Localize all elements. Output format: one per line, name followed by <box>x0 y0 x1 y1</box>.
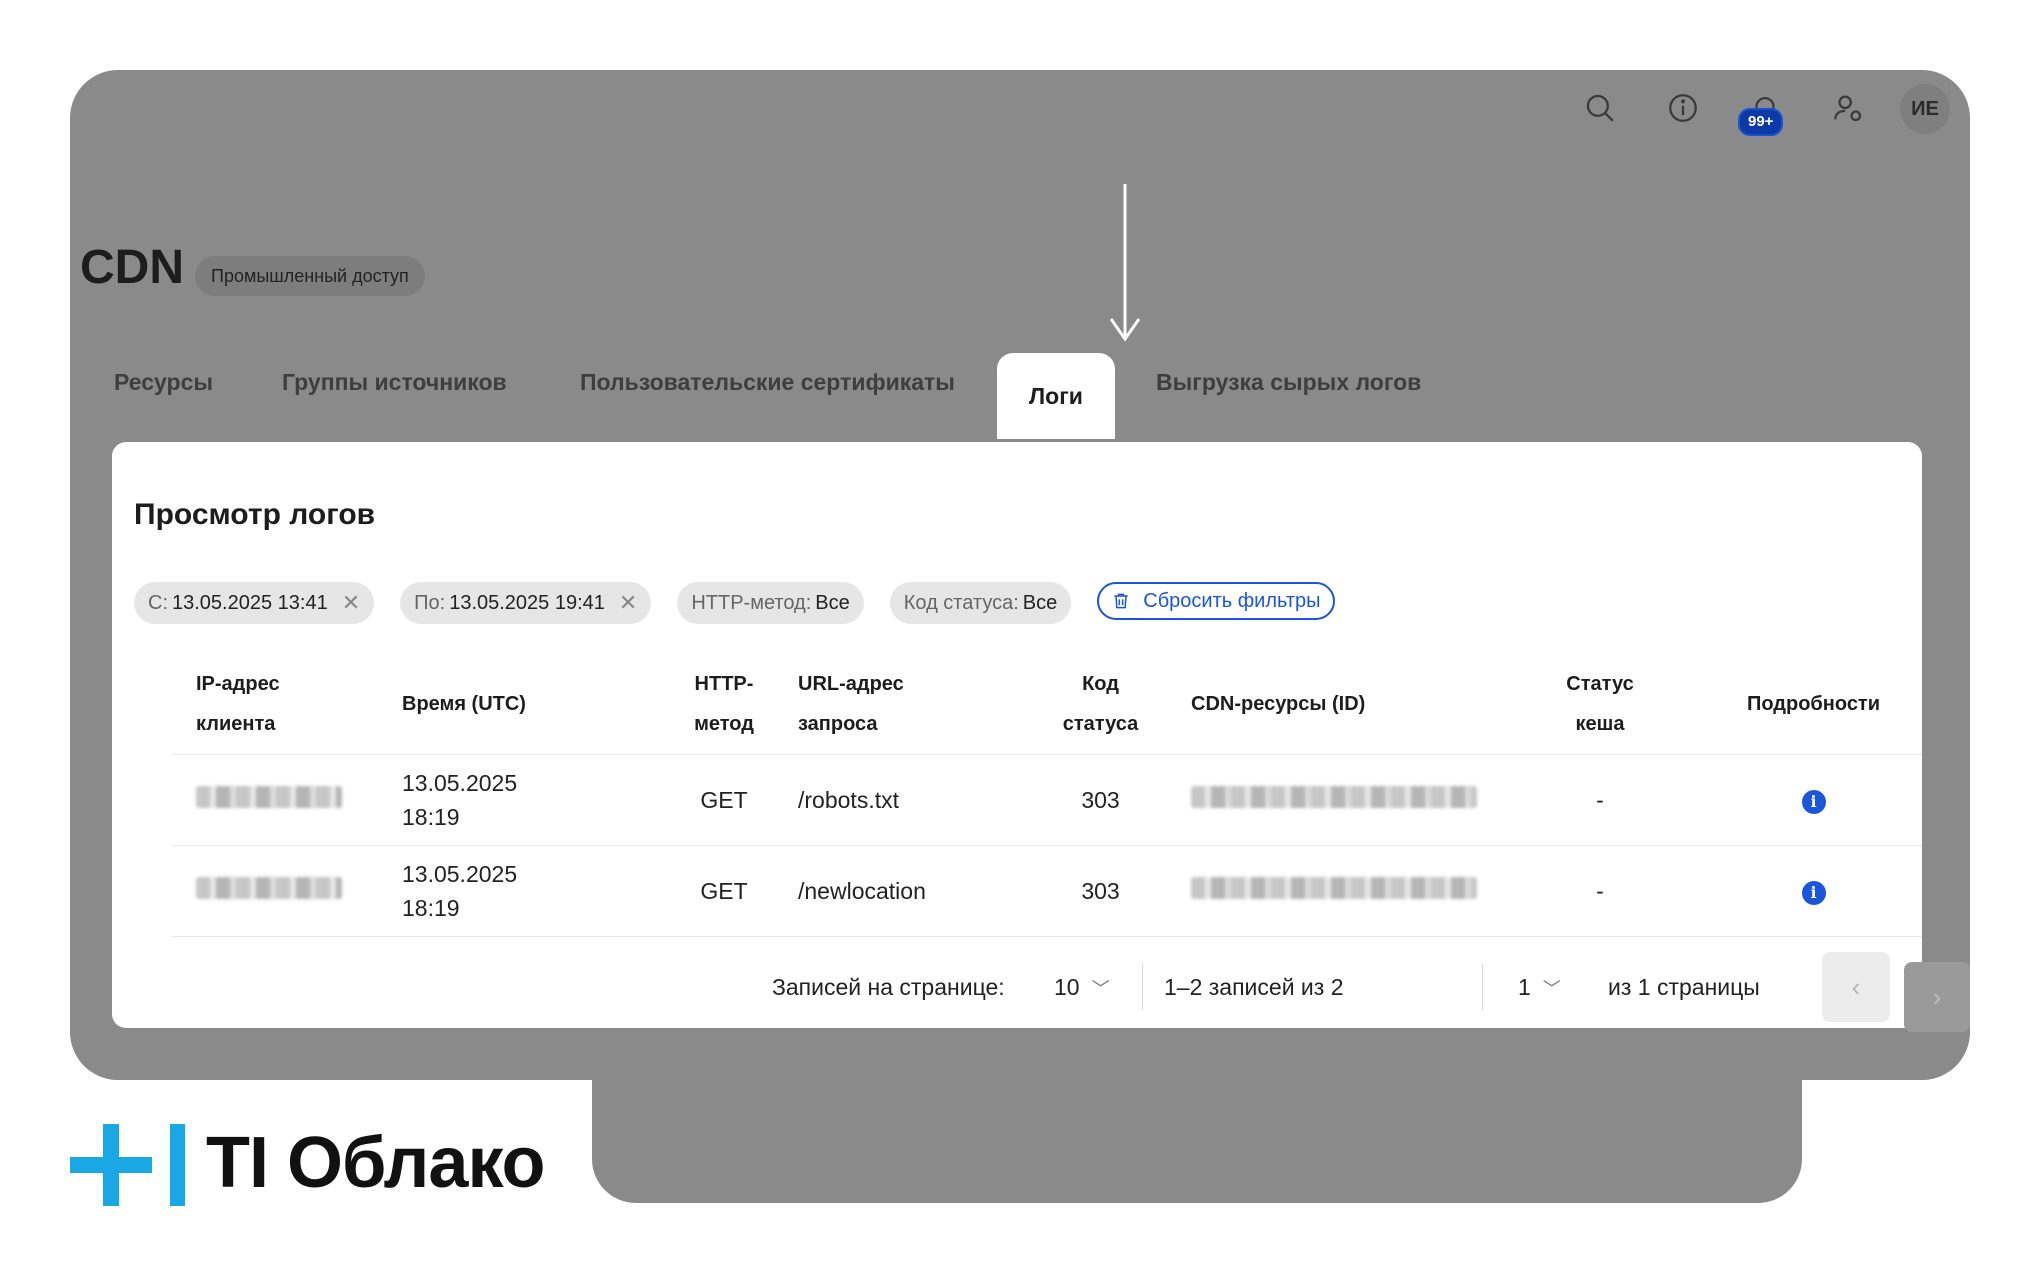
app-window: 99+ ИЕ CDN Промышленный доступ Ресурсы Г… <box>70 70 1970 1080</box>
search-icon[interactable] <box>1580 88 1620 128</box>
access-badge: Промышленный доступ <box>195 256 425 296</box>
column-header-http-method[interactable]: HTTP-метод <box>650 654 798 755</box>
reset-filters-label: Сбросить фильтры <box>1143 589 1321 612</box>
log-status-code: 303 <box>1038 754 1163 846</box>
decorative-bar <box>592 1060 1802 1203</box>
tab-origin-groups[interactable]: Группы источников <box>282 369 507 396</box>
table-row[interactable]: 13.05.2025 18:19 GET /newlocation 303 - i <box>172 845 1922 937</box>
info-icon[interactable] <box>1663 88 1703 128</box>
plus-bar-logo-icon <box>70 1124 185 1206</box>
filter-chip-http-method[interactable]: HTTP-метод: Все <box>677 582 864 624</box>
prev-page-button[interactable]: ‹ <box>1822 952 1890 1022</box>
tab-resources[interactable]: Ресурсы <box>114 369 213 396</box>
tab-custom-certificates[interactable]: Пользовательские сертификаты <box>580 369 955 396</box>
tab-raw-logs-export[interactable]: Выгрузка сырых логов <box>1156 369 1421 396</box>
divider <box>1142 964 1143 1010</box>
per-page-value: 10 <box>1054 974 1080 1000</box>
trash-icon <box>1114 593 1128 609</box>
log-url: /robots.txt <box>798 754 1038 846</box>
notification-badge: 99+ <box>1738 108 1784 136</box>
log-status-code: 303 <box>1038 845 1163 937</box>
chevron-right-icon: › <box>1932 981 1942 1012</box>
column-header-client-ip[interactable]: IP-адрес клиента <box>172 654 402 755</box>
redacted-client-ip <box>196 877 342 899</box>
page-value: 1 <box>1518 974 1531 1000</box>
filter-key: По: <box>414 591 446 614</box>
filter-key: С: <box>148 591 168 614</box>
column-header-cache-status[interactable]: Статус кеша <box>1525 654 1675 755</box>
filter-chip-status-code[interactable]: Код статуса: Все <box>889 582 1072 624</box>
redacted-client-ip <box>196 786 342 808</box>
log-method: GET <box>650 754 798 846</box>
close-icon[interactable]: ✕ <box>342 590 360 616</box>
redacted-cdn-resource-id <box>1191 786 1477 808</box>
filter-key: Код статуса: <box>903 591 1019 614</box>
pagination: Записей на странице: 10 ﹀ 1–2 записей из… <box>112 952 1922 1022</box>
table-header-row: IP-адрес клиента Время (UTC) HTTP-метод U… <box>172 654 1922 755</box>
details-info-icon[interactable]: i <box>1801 880 1826 905</box>
user-settings-icon[interactable] <box>1828 88 1868 128</box>
records-range: 1–2 записей из 2 <box>1164 974 1344 1000</box>
page-title: CDN <box>80 241 184 294</box>
next-page-button[interactable]: › <box>1904 962 1970 1032</box>
per-page-label: Записей на странице: <box>772 974 1005 1000</box>
close-icon[interactable]: ✕ <box>619 590 637 616</box>
tab-logs[interactable]: Логи <box>997 353 1115 439</box>
column-header-url[interactable]: URL-адрес запроса <box>798 654 1038 755</box>
logs-panel: Просмотр логов С: 13.05.2025 13:41 ✕ По: 13… <box>112 442 1922 1028</box>
per-page-select[interactable]: 10 ﹀ <box>1054 974 1110 1001</box>
pages-total: из 1 страницы <box>1608 974 1760 1000</box>
arrow-down-icon <box>1110 184 1140 342</box>
avatar[interactable]: ИЕ <box>1900 84 1950 134</box>
page-select[interactable]: 1 ﹀ <box>1518 974 1561 1001</box>
logs-table: IP-адрес клиента Время (UTC) HTTP-метод U… <box>172 654 1922 937</box>
brand-name: TI Облако <box>206 1123 546 1203</box>
chevron-down-icon: ﹀ <box>1091 978 1110 999</box>
filter-key: HTTP-метод: <box>691 591 812 614</box>
log-time: 18:19 <box>402 804 460 830</box>
filter-value: Все <box>815 591 850 614</box>
table-row[interactable]: 13.05.2025 18:19 GET /robots.txt 303 - i <box>172 754 1922 846</box>
filter-chip-to[interactable]: По: 13.05.2025 19:41 ✕ <box>400 582 652 624</box>
column-header-time[interactable]: Время (UTC) <box>402 654 650 755</box>
section-title: Просмотр логов <box>134 498 376 531</box>
log-cache-status: - <box>1525 754 1675 846</box>
log-time: 18:19 <box>402 895 460 921</box>
tab-bar: Ресурсы Группы источников Пользовательск… <box>70 353 1970 439</box>
brand-logo <box>70 1120 190 1210</box>
divider <box>1482 964 1483 1010</box>
column-header-cdn-resources[interactable]: CDN-ресурсы (ID) <box>1163 654 1525 755</box>
log-method: GET <box>650 845 798 937</box>
column-header-details[interactable]: Подробности <box>1675 654 1922 755</box>
log-url: /newlocation <box>798 845 1038 937</box>
details-info-icon[interactable]: i <box>1801 789 1826 814</box>
filter-bar: С: 13.05.2025 13:41 ✕ По: 13.05.2025 19:41 ✕… <box>134 582 1335 624</box>
column-header-status-code[interactable]: Код статуса <box>1038 654 1163 755</box>
log-cache-status: - <box>1525 845 1675 937</box>
redacted-cdn-resource-id <box>1191 877 1477 899</box>
log-date: 13.05.2025 <box>402 770 518 796</box>
filter-value: 13.05.2025 13:41 <box>172 591 328 614</box>
reset-filters-button[interactable]: Сбросить фильтры <box>1097 582 1335 620</box>
chevron-down-icon: ﹀ <box>1542 978 1561 999</box>
filter-value: Все <box>1022 591 1058 614</box>
filter-chip-from[interactable]: С: 13.05.2025 13:41 ✕ <box>134 582 375 624</box>
log-date: 13.05.2025 <box>402 861 518 887</box>
filter-value: 13.05.2025 19:41 <box>449 591 605 614</box>
chevron-left-icon: ‹ <box>1851 971 1861 1002</box>
